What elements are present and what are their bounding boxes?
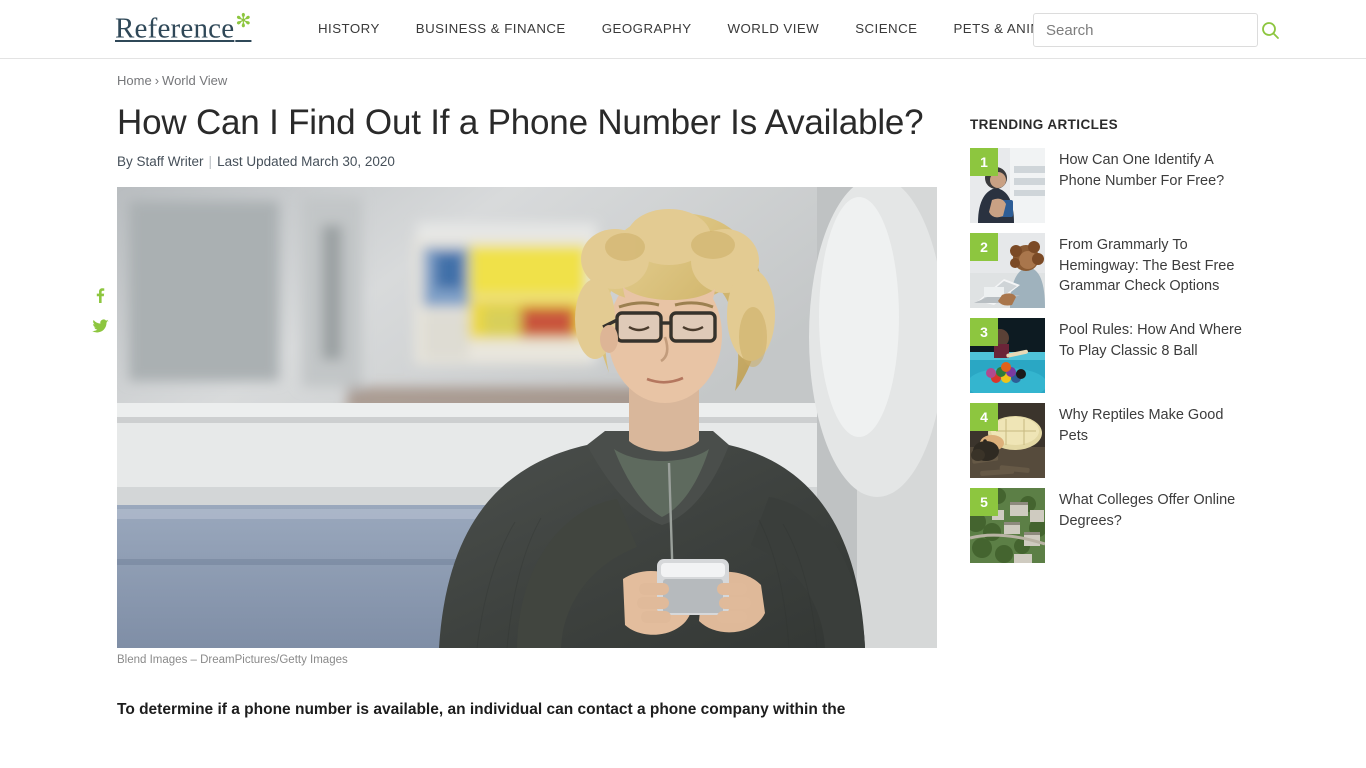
trending-item[interactable]: 4 Why Reptiles Make Good Pets (970, 403, 1255, 478)
trending-link[interactable]: What Colleges Offer Online Degrees? (1059, 488, 1255, 531)
trending-thumbnail: 3 (970, 318, 1045, 393)
trending-thumbnail: 4 (970, 403, 1045, 478)
twitter-icon (91, 319, 109, 333)
rank-badge: 5 (970, 488, 998, 516)
breadcrumb-separator: › (154, 73, 160, 88)
nav-item-history[interactable]: HISTORY (300, 21, 398, 36)
rank-badge: 4 (970, 403, 998, 431)
trending-thumbnail: 1 (970, 148, 1045, 223)
article-hero-image (117, 187, 937, 648)
asterisk-icon: ✻ (235, 11, 252, 32)
twitter-share-button[interactable] (91, 319, 109, 334)
article-lead-paragraph: To determine if a phone number is availa… (117, 701, 846, 718)
byline: By Staff Writer | Last Updated March 30, 2… (117, 154, 937, 169)
trending-item[interactable]: 5 What Colleges Offer Online Degrees? (970, 488, 1255, 563)
facebook-icon (96, 288, 105, 303)
social-share-rail (90, 287, 110, 334)
byline-author-prefix: By (117, 154, 137, 169)
breadcrumb: Home › World View (117, 73, 937, 88)
trending-link[interactable]: Why Reptiles Make Good Pets (1059, 403, 1255, 446)
breadcrumb-home[interactable]: Home (117, 73, 152, 88)
trending-link[interactable]: From Grammarly To Hemingway: The Best Fr… (1059, 233, 1255, 297)
nav-item-science[interactable]: SCIENCE (837, 21, 935, 36)
site-logo[interactable]: Reference✻ (115, 12, 251, 44)
search-box[interactable] (1033, 13, 1279, 47)
trending-sidebar: TRENDING ARTICLES 1 How Can One Identify… (970, 117, 1255, 573)
page-title: How Can I Find Out If a Phone Number Is … (117, 103, 924, 142)
article-column: Home › World View How Can I Find Out If a … (117, 73, 937, 738)
trending-thumbnail: 2 (970, 233, 1045, 308)
trending-link[interactable]: Pool Rules: How And Where To Play Classi… (1059, 318, 1255, 361)
trending-link[interactable]: How Can One Identify A Phone Number For … (1059, 148, 1255, 191)
trending-heading: TRENDING ARTICLES (970, 117, 1119, 132)
trending-item[interactable]: 1 How Can One Identify A Phone Number Fo… (970, 148, 1255, 223)
image-caption: Blend Images – DreamPictures/Getty Image… (117, 654, 348, 666)
nav-item-world-view[interactable]: WORLD VIEW (710, 21, 838, 36)
rank-badge: 3 (970, 318, 998, 346)
search-input[interactable] (1034, 14, 1257, 46)
search-icon (1262, 21, 1279, 39)
trending-item[interactable]: 2 From Grammarly To Hemingway: The Best … (970, 233, 1255, 308)
byline-author: Staff Writer (136, 154, 204, 169)
breadcrumb-world-view[interactable]: World View (162, 73, 227, 88)
trending-thumbnail: 5 (970, 488, 1045, 563)
site-header: Reference✻ HISTORY BUSINESS & FINANCE GE… (0, 0, 1366, 59)
trending-item[interactable]: 3 Pool Rules: How And Where To Play Clas… (970, 318, 1255, 393)
facebook-share-button[interactable] (92, 287, 108, 303)
byline-updated: Last Updated March 30, 2020 (217, 154, 395, 169)
hero-photo (117, 187, 937, 648)
rank-badge: 1 (970, 148, 998, 176)
byline-divider: | (208, 154, 213, 169)
nav-item-business-finance[interactable]: BUSINESS & FINANCE (398, 21, 584, 36)
site-logo-text: Reference (115, 12, 235, 45)
rank-badge: 2 (970, 233, 998, 261)
main-navigation: HISTORY BUSINESS & FINANCE GEOGRAPHY WOR… (300, 21, 1086, 36)
nav-item-geography[interactable]: GEOGRAPHY (584, 21, 710, 36)
search-button[interactable] (1257, 21, 1291, 40)
